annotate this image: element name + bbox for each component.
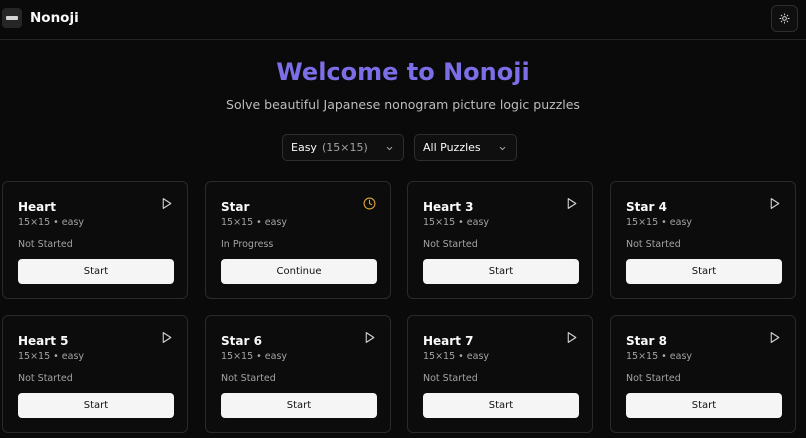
puzzle-card[interactable]: Heart 7 15×15 • easy Not Started Start [407, 315, 593, 433]
start-button[interactable]: Start [626, 259, 782, 284]
start-button[interactable]: Start [221, 393, 377, 418]
puzzle-title: Star 6 [221, 334, 262, 348]
difficulty-select-detail: (15×15) [321, 141, 368, 154]
category-select[interactable]: All Puzzles [414, 134, 517, 161]
puzzle-title: Star 4 [626, 200, 667, 214]
puzzle-meta: 15×15 • easy [626, 217, 693, 228]
puzzle-status: In Progress [221, 239, 274, 250]
puzzle-meta: 15×15 • easy [18, 351, 85, 362]
page-title: Welcome to Nonoji [276, 58, 530, 86]
play-icon[interactable] [565, 197, 578, 210]
puzzle-card[interactable]: Star 15×15 • easy In Progress Continue [205, 181, 391, 299]
puzzle-card[interactable]: Heart 5 15×15 • easy Not Started Start [2, 315, 188, 433]
puzzle-meta: 15×15 • easy [221, 351, 288, 362]
puzzle-status: Not Started [423, 239, 478, 250]
difficulty-select-value: Easy [291, 141, 317, 154]
puzzle-title: Heart [18, 200, 56, 214]
chevron-down-icon [499, 146, 506, 151]
play-icon[interactable] [768, 197, 781, 210]
theme-toggle-button[interactable] [771, 5, 798, 32]
play-icon[interactable] [768, 331, 781, 344]
puzzle-meta: 15×15 • easy [221, 217, 288, 228]
sun-icon [779, 13, 790, 24]
puzzle-status: Not Started [18, 239, 73, 250]
puzzle-meta: 15×15 • easy [423, 217, 490, 228]
start-button[interactable]: Start [423, 393, 579, 418]
puzzle-status: Not Started [626, 373, 681, 384]
page-subtitle: Solve beautiful Japanese nonogram pictur… [226, 97, 580, 112]
play-icon[interactable] [160, 331, 173, 344]
puzzle-title: Heart 5 [18, 334, 69, 348]
puzzle-status: Not Started [18, 373, 73, 384]
start-button[interactable]: Start [18, 393, 174, 418]
puzzle-meta: 15×15 • easy [626, 351, 693, 362]
top-bar: Nonoji [0, 0, 806, 40]
continue-button[interactable]: Continue [221, 259, 377, 284]
puzzle-title: Heart 3 [423, 200, 474, 214]
chevron-down-icon [386, 146, 393, 151]
puzzle-card[interactable]: Star 6 15×15 • easy Not Started Start [205, 315, 391, 433]
puzzle-meta: 15×15 • easy [18, 217, 85, 228]
app-title[interactable]: Nonoji [30, 10, 79, 26]
play-icon[interactable] [565, 331, 578, 344]
puzzle-card[interactable]: Star 4 15×15 • easy Not Started Start [610, 181, 796, 299]
puzzle-meta: 15×15 • easy [423, 351, 490, 362]
puzzle-card[interactable]: Star 8 15×15 • easy Not Started Start [610, 315, 796, 433]
logo-mark [6, 16, 18, 20]
puzzle-title: Star [221, 200, 250, 214]
play-icon[interactable] [363, 331, 376, 344]
puzzle-status: Not Started [221, 373, 276, 384]
puzzle-card[interactable]: Heart 15×15 • easy Not Started Start [2, 181, 188, 299]
start-button[interactable]: Start [626, 393, 782, 418]
puzzle-title: Heart 7 [423, 334, 474, 348]
start-button[interactable]: Start [423, 259, 579, 284]
puzzle-status: Not Started [626, 239, 681, 250]
start-button[interactable]: Start [18, 259, 174, 284]
puzzle-status: Not Started [423, 373, 478, 384]
clock-icon[interactable] [363, 197, 376, 210]
puzzle-title: Star 8 [626, 334, 667, 348]
difficulty-select[interactable]: Easy (15×15) [282, 134, 404, 161]
logo[interactable] [2, 8, 22, 28]
play-icon[interactable] [160, 197, 173, 210]
category-select-value: All Puzzles [423, 141, 481, 154]
puzzle-card[interactable]: Heart 3 15×15 • easy Not Started Start [407, 181, 593, 299]
